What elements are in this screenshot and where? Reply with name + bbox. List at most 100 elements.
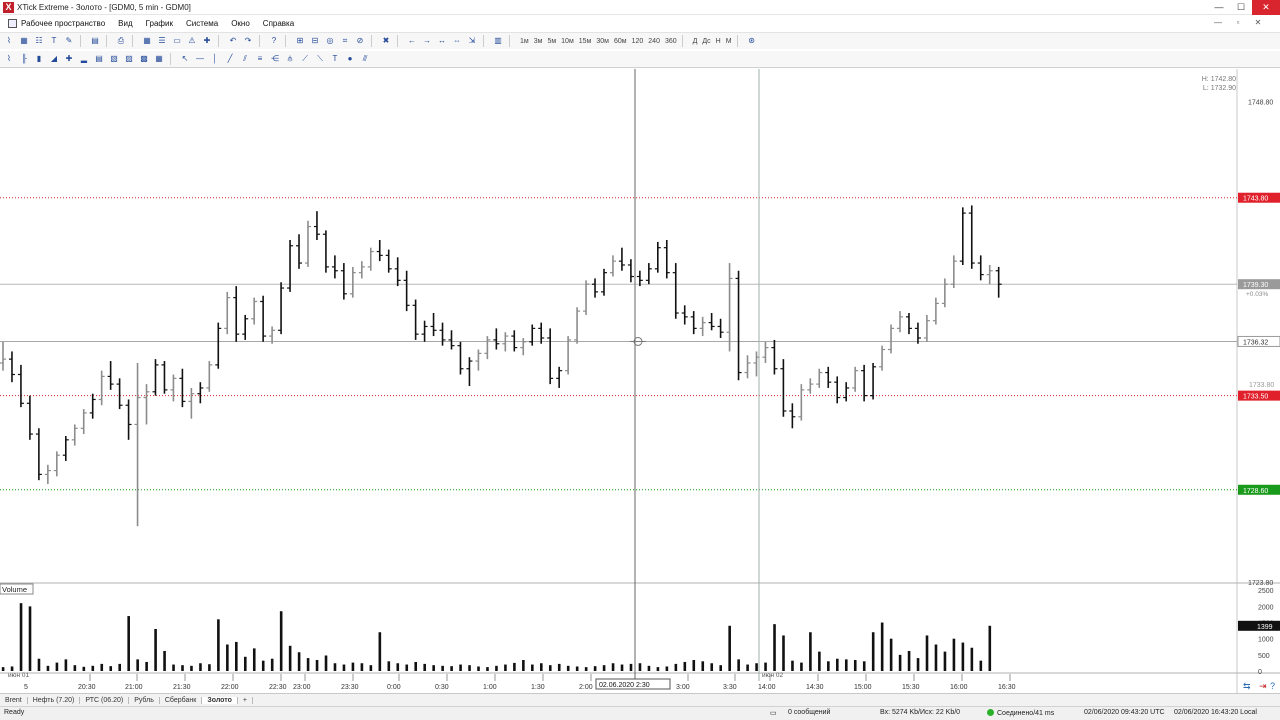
fib-fan-icon[interactable]: ⋲ — [269, 53, 281, 65]
volume-bar[interactable] — [907, 650, 911, 671]
volume-bar[interactable] — [82, 666, 86, 671]
compress-icon[interactable]: ⇔ — [451, 35, 463, 47]
volume-bar[interactable] — [333, 663, 337, 671]
grid-icon[interactable]: ▦ — [141, 35, 153, 47]
volume-bar[interactable] — [692, 660, 696, 671]
volume-bar[interactable] — [773, 624, 776, 671]
volume-bar[interactable] — [871, 632, 875, 671]
volume-bar[interactable] — [970, 647, 974, 671]
volume-bar[interactable] — [1, 667, 5, 671]
dom-icon[interactable]: ▩ — [138, 53, 150, 65]
volume-bar[interactable] — [378, 632, 382, 671]
volume-bar[interactable] — [477, 666, 480, 671]
volume-bar[interactable] — [396, 663, 400, 671]
delete-icon[interactable]: ✖ — [380, 35, 392, 47]
volume-bar[interactable] — [369, 665, 373, 671]
volume-bar[interactable] — [441, 665, 444, 671]
volume-bar[interactable] — [620, 664, 624, 671]
volume-bar[interactable] — [190, 665, 193, 671]
timeframe-120[interactable]: 120 — [632, 38, 644, 45]
tab-sberbank[interactable]: Сбербанк — [160, 696, 203, 704]
volume-bar[interactable] — [836, 658, 839, 671]
child-restore-button[interactable]: ▫ — [1228, 16, 1248, 30]
volume-bar[interactable] — [351, 662, 355, 671]
volume-bar[interactable] — [127, 616, 130, 671]
volume-bar[interactable] — [37, 658, 41, 671]
timeframe-5m[interactable]: 5м — [547, 38, 556, 45]
footprint-icon[interactable]: ▨ — [123, 53, 135, 65]
volume-bar[interactable] — [73, 665, 77, 671]
volume-icon[interactable]: ▂ — [78, 53, 90, 65]
volume-bar[interactable] — [208, 664, 211, 671]
volume-bar[interactable] — [405, 664, 409, 671]
volume-bar[interactable] — [988, 625, 992, 671]
volume-bar[interactable] — [118, 663, 122, 671]
volume-bar[interactable] — [270, 658, 274, 671]
horizontal-line-icon[interactable]: — — [194, 53, 206, 65]
pitchfork-icon[interactable]: ⫛ — [284, 53, 296, 65]
menu-workspace[interactable]: Рабочее пространство — [21, 19, 105, 28]
chart-area[interactable]: 1748.80 1723.80 1743.80 1733.50 1728.60 1736.… — [0, 69, 1280, 693]
volume-bar[interactable] — [531, 664, 534, 671]
period-day-session[interactable]: Дс — [702, 38, 710, 45]
child-minimize-button[interactable]: — — [1208, 16, 1228, 30]
menu-chart[interactable]: График — [146, 19, 173, 28]
volume-bar[interactable] — [252, 648, 256, 671]
timeframe-3m[interactable]: 3м — [534, 38, 543, 45]
erase-drawings-icon[interactable]: ⫻ — [359, 53, 371, 65]
volume-bar[interactable] — [853, 660, 857, 671]
volume-bar[interactable] — [925, 635, 929, 671]
volume-bar[interactable] — [566, 665, 570, 671]
volume-bar[interactable] — [495, 665, 498, 671]
sync-icon[interactable]: ⊛ — [746, 35, 758, 47]
volume-bar[interactable] — [522, 660, 525, 671]
table-icon[interactable]: ▦ — [18, 35, 30, 47]
volume-bar[interactable] — [279, 611, 283, 671]
timeframe-60m[interactable]: 60м — [614, 38, 627, 45]
volume-bar[interactable] — [145, 661, 148, 671]
volume-bar[interactable] — [683, 661, 687, 671]
volume-bar[interactable] — [450, 666, 453, 671]
area-chart-icon[interactable]: ◢ — [48, 53, 60, 65]
stats-icon[interactable]: ▦ — [153, 53, 165, 65]
status-messages[interactable]: 0 сообщений — [788, 709, 830, 716]
volume-bar[interactable] — [243, 656, 247, 671]
volume-bar[interactable] — [800, 662, 803, 671]
candle-chart-icon[interactable]: ▮ — [33, 53, 45, 65]
volume-bar[interactable] — [459, 664, 462, 671]
text-tool-icon[interactable]: T — [329, 53, 341, 65]
volume-bar[interactable] — [486, 667, 489, 671]
timeframe-30m[interactable]: 30м — [596, 38, 609, 45]
plus-icon[interactable]: ✚ — [201, 35, 213, 47]
print-icon[interactable]: ⎙ — [115, 35, 127, 47]
volume-bar[interactable] — [961, 642, 965, 671]
profile-icon[interactable]: ▤ — [93, 53, 105, 65]
timeframe-10m[interactable]: 10м — [561, 38, 574, 45]
period-week[interactable]: Н — [716, 38, 721, 45]
volume-bar[interactable] — [100, 663, 104, 671]
volume-bar[interactable] — [665, 666, 669, 671]
volume-bar[interactable] — [791, 660, 794, 671]
volume-bar[interactable] — [611, 663, 615, 671]
tab-gold[interactable]: Золото — [202, 696, 238, 704]
volume-bar[interactable] — [217, 619, 220, 671]
volume-bar[interactable] — [315, 660, 319, 671]
volume-bar[interactable] — [674, 663, 678, 671]
volume-bar[interactable] — [880, 622, 884, 671]
messages-icon[interactable]: ▭ — [770, 709, 777, 717]
timeframe-15m[interactable]: 15м — [579, 38, 592, 45]
chart-canvas[interactable]: 1748.80 1723.80 1743.80 1733.50 1728.60 1736.… — [0, 69, 1280, 693]
volume-bar[interactable] — [934, 644, 938, 671]
menu-window[interactable]: Окно — [231, 19, 250, 28]
time-sales-icon[interactable]: T — [48, 35, 60, 47]
menu-help[interactable]: Справка — [263, 19, 294, 28]
volume-bar[interactable] — [889, 638, 893, 671]
close-button[interactable]: ✕ — [1252, 0, 1280, 15]
chart-window-icon[interactable] — [8, 18, 17, 28]
volume-bar[interactable] — [862, 661, 866, 671]
volume-bar[interactable] — [952, 638, 956, 671]
volume-bar[interactable] — [647, 665, 651, 671]
volume-bar[interactable] — [64, 659, 68, 671]
scroll-left-icon[interactable]: ← — [406, 35, 418, 47]
volume-bar[interactable] — [916, 658, 920, 671]
